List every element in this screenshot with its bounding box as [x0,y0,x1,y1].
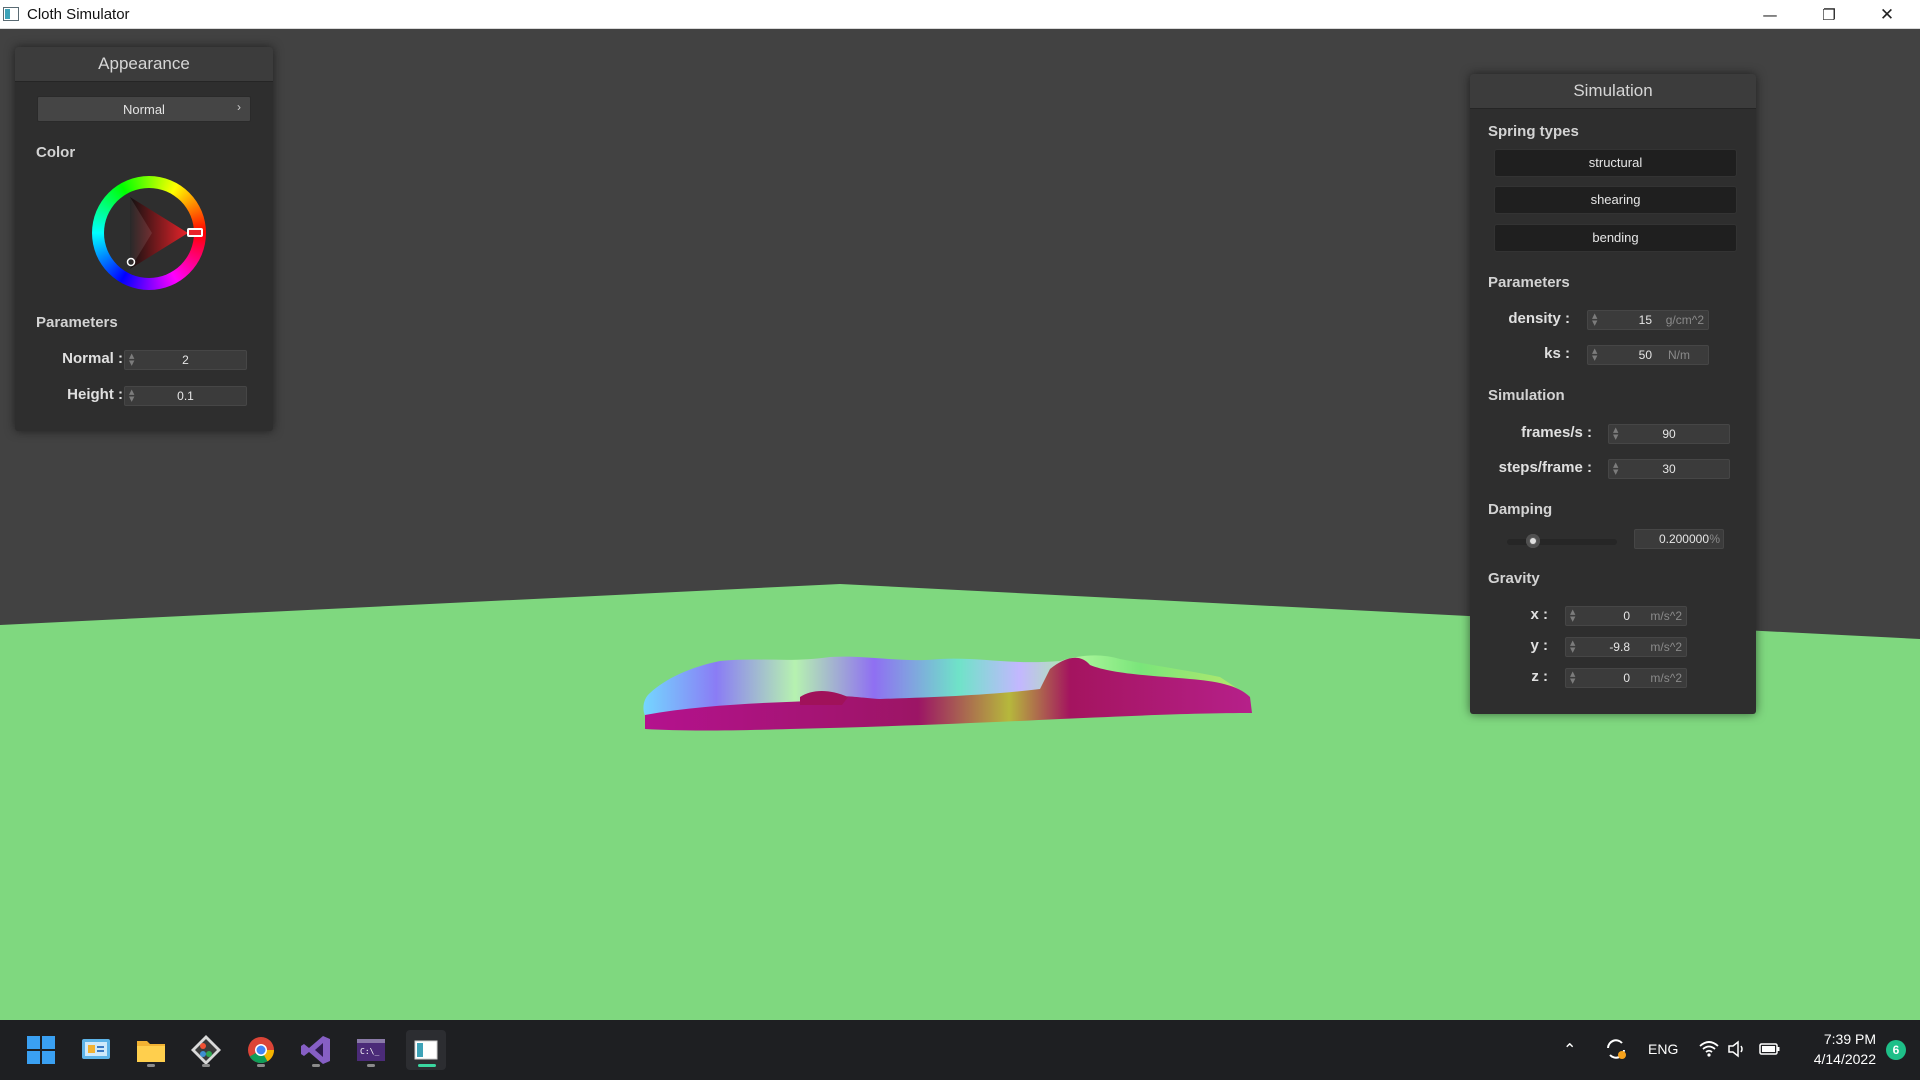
gravity-label: Gravity [1488,570,1540,587]
spinner-icon[interactable]: ▲ ▼ [1592,313,1600,327]
density-input[interactable]: ▲ ▼ 15 g/cm^2 [1587,310,1709,330]
gravity-z-value: 0 [1623,671,1630,685]
steps-input[interactable]: ▲ ▼ 30 [1608,459,1730,479]
gravity-y-label: y : [1530,637,1548,654]
bending-spring-button[interactable]: bending [1494,224,1737,252]
structural-spring-button[interactable]: structural [1494,149,1737,177]
gravity-x-unit: m/s^2 [1650,609,1682,623]
running-indicator [367,1064,375,1067]
steps-label: steps/frame : [1498,459,1592,476]
spinner-icon[interactable]: ▲ ▼ [1570,609,1578,623]
density-unit: g/cm^2 [1665,313,1704,327]
system-clock[interactable]: 7:39 PM 4/14/2022 [1814,1029,1876,1069]
control-panel-icon[interactable] [76,1030,116,1070]
ks-unit: N/m [1668,348,1690,362]
window-titlebar: Cloth Simulator — ❐ ✕ [0,0,1920,29]
height-label: Height : [67,386,123,403]
simulation-section-label: Simulation [1488,387,1565,404]
damping-slider-handle[interactable] [1526,534,1541,548]
clock-date: 4/14/2022 [1813,1051,1876,1067]
steps-value: 30 [1662,462,1676,476]
appearance-panel: Appearance Normal › Color Parameters Nor… [15,47,273,431]
sync-icon[interactable] [1604,1036,1628,1080]
normal-value: 2 [182,353,189,367]
simulation-panel: Simulation Spring types structural shear… [1470,74,1756,714]
render-mode-dropdown[interactable]: Normal › [37,96,251,122]
gravity-x-value: 0 [1623,609,1630,623]
git-icon[interactable] [186,1030,226,1070]
render-mode-value: Normal [123,102,165,117]
fps-label: frames/s : [1521,424,1592,441]
gravity-y-value: -9.8 [1609,640,1630,654]
close-button[interactable]: ✕ [1858,0,1916,29]
taskbar: C:\_ ⌃ ENG 7:39 PM 4/14/2022 6 [0,1020,1920,1080]
app-icon [3,7,19,21]
density-value: 15 [1638,313,1652,327]
running-indicator [257,1064,265,1067]
chevron-up-icon[interactable]: ⌃ [1563,1040,1576,1080]
gravity-z-input[interactable]: ▲ ▼ 0 m/s^2 [1565,668,1687,688]
gravity-z-label: z : [1531,668,1548,685]
shearing-spring-button[interactable]: shearing [1494,186,1737,214]
damping-slider-track[interactable] [1507,539,1617,545]
wifi-icon[interactable] [1698,1038,1720,1080]
appearance-params-label: Parameters [36,314,118,331]
density-label: density : [1508,310,1570,327]
color-label: Color [36,144,76,161]
running-indicator [312,1064,320,1067]
height-value: 0.1 [177,389,194,403]
gravity-y-input[interactable]: ▲ ▼ -9.8 m/s^2 [1565,637,1687,657]
volume-icon[interactable] [1727,1039,1747,1080]
language-indicator[interactable]: ENG [1648,1041,1678,1080]
damping-unit: % [1709,532,1720,546]
height-input[interactable]: ▲ ▼ 0.1 [124,386,247,406]
running-indicator [418,1064,436,1067]
fps-value: 90 [1662,427,1676,441]
normal-input[interactable]: ▲ ▼ 2 [124,350,247,370]
ks-label: ks : [1544,345,1570,362]
gravity-x-label: x : [1530,606,1548,623]
spinner-icon[interactable]: ▲ ▼ [1592,348,1600,362]
chrome-icon[interactable] [241,1030,281,1070]
notification-badge[interactable]: 6 [1886,1040,1906,1060]
spinner-icon[interactable]: ▲ ▼ [1570,640,1578,654]
normal-label: Normal : [62,350,123,367]
gravity-x-input[interactable]: ▲ ▼ 0 m/s^2 [1565,606,1687,626]
start-icon[interactable] [21,1030,61,1070]
hue-selector-handle[interactable] [187,228,203,237]
visual-studio-icon[interactable] [296,1030,336,1070]
ks-input[interactable]: ▲ ▼ 50 N/m [1587,345,1709,365]
cloth-simulator-icon[interactable] [406,1030,446,1070]
color-wheel[interactable] [92,176,206,290]
window-title: Cloth Simulator [27,6,130,23]
simulation-panel-title: Simulation [1470,74,1756,109]
terminal-icon[interactable]: C:\_ [351,1030,391,1070]
ks-value: 50 [1638,348,1652,362]
damping-value: 0.200000 [1658,532,1709,546]
damping-label: Damping [1488,501,1553,518]
fps-input[interactable]: ▲ ▼ 90 [1608,424,1730,444]
svg-text:C:\_: C:\_ [360,1047,379,1056]
gravity-y-unit: m/s^2 [1650,640,1682,654]
chevron-right-icon: › [237,100,241,114]
damping-input[interactable]: 0.200000 % [1634,529,1724,549]
spinner-icon[interactable]: ▲ ▼ [1570,671,1578,685]
file-explorer-icon[interactable] [131,1030,171,1070]
minimize-button[interactable]: — [1741,0,1799,29]
appearance-panel-title: Appearance [15,47,273,82]
clock-time: 7:39 PM [1823,1031,1876,1047]
sim-parameters-label: Parameters [1488,274,1570,291]
running-indicator [147,1064,155,1067]
spring-types-label: Spring types [1488,123,1579,140]
maximize-button[interactable]: ❐ [1800,0,1858,29]
battery-icon[interactable] [1758,1040,1782,1080]
gravity-z-unit: m/s^2 [1650,671,1682,685]
running-indicator [202,1064,210,1067]
